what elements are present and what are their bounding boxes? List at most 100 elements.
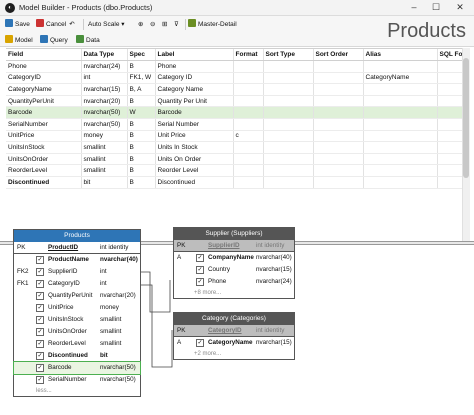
table-cell[interactable]	[313, 72, 364, 85]
table-cell[interactable]: Reorder Level	[155, 164, 234, 178]
entity-field-row[interactable]: ✓ QuantityPerUnit nvarchar(20)	[14, 290, 140, 302]
table-cell[interactable]: Barcode	[155, 106, 234, 120]
table-cell[interactable]	[263, 141, 314, 154]
table-cell[interactable]: Serial Number	[155, 118, 234, 131]
table-cell[interactable]	[437, 130, 462, 143]
table-cell[interactable]	[437, 118, 462, 131]
table-cell[interactable]	[233, 141, 264, 154]
entity-field-row[interactable]: ✓ UnitsInStock smallint	[14, 314, 140, 326]
table-row[interactable]: ReorderLevel smallint B Reorder Level	[6, 164, 462, 178]
table-cell[interactable]: B	[127, 153, 156, 166]
table-row[interactable]: QuantityPerUnit nvarchar(20) B Quantity Per…	[6, 95, 462, 108]
table-row[interactable]: CategoryID int FK1, W Category ID CategoryNa…	[6, 72, 462, 85]
field-checkbox[interactable]: ✓	[36, 376, 44, 384]
table-cell[interactable]	[263, 176, 314, 189]
table-cell[interactable]	[313, 106, 364, 120]
zoom-in-button[interactable]: ⊕	[138, 19, 143, 30]
more-fields-link[interactable]: +2 more...	[174, 349, 294, 359]
close-button[interactable]: ✕	[450, 1, 470, 14]
column-header[interactable]: Field	[6, 49, 82, 62]
table-cell[interactable]: Discontinued	[155, 176, 234, 189]
table-cell[interactable]: B	[127, 141, 156, 154]
table-cell[interactable]	[233, 153, 264, 166]
table-cell[interactable]: UnitPrice	[6, 130, 82, 143]
table-cell[interactable]	[263, 106, 314, 120]
table-cell[interactable]	[363, 176, 438, 189]
column-header[interactable]: Format	[233, 49, 264, 62]
table-cell[interactable]: B	[127, 164, 156, 178]
field-checkbox[interactable]: ✓	[196, 266, 204, 274]
data-tab[interactable]: Data	[76, 35, 100, 46]
table-cell[interactable]	[363, 83, 438, 96]
table-row[interactable]: Phone nvarchar(24) B Phone	[6, 60, 462, 73]
entity-field-row[interactable]: ✓ UnitsOnOrder smallint	[14, 326, 140, 338]
table-cell[interactable]	[313, 176, 364, 189]
field-checkbox[interactable]: ✓	[36, 340, 44, 348]
table-cell[interactable]	[263, 60, 314, 73]
table-cell[interactable]	[363, 106, 438, 120]
layout-button[interactable]: ⊞	[162, 19, 167, 30]
table-cell[interactable]	[263, 153, 314, 166]
table-cell[interactable]: FK1, W	[127, 72, 156, 85]
table-cell[interactable]	[363, 95, 438, 108]
entity-field-row[interactable]: PK SupplierID int identity	[174, 240, 294, 252]
more-fields-link[interactable]: less...	[14, 386, 140, 396]
maximize-button[interactable]: ☐	[426, 1, 446, 14]
table-cell[interactable]: smallint	[81, 141, 128, 154]
entity-field-row[interactable]: ✓ Phone nvarchar(24)	[174, 276, 294, 288]
table-cell[interactable]: c	[233, 130, 264, 143]
table-row[interactable]: UnitPrice money B Unit Price c	[6, 130, 462, 143]
query-tab[interactable]: Query	[40, 35, 68, 46]
field-checkbox[interactable]: ✓	[196, 278, 204, 286]
table-cell[interactable]	[263, 95, 314, 108]
table-cell[interactable]: nvarchar(50)	[81, 106, 128, 120]
entity-field-row[interactable]: ✓ Country nvarchar(15)	[174, 264, 294, 276]
table-cell[interactable]: W	[127, 106, 156, 120]
column-header[interactable]: Sort Order	[313, 49, 364, 62]
table-cell[interactable]: B	[127, 95, 156, 108]
table-cell[interactable]	[313, 130, 364, 143]
table-cell[interactable]: CategoryName	[6, 83, 82, 96]
table-cell[interactable]	[363, 60, 438, 73]
entity-field-row[interactable]: A ✓ CompanyName nvarchar(40)	[174, 252, 294, 264]
table-cell[interactable]	[363, 153, 438, 166]
column-header[interactable]: Data Type	[81, 49, 128, 62]
column-header[interactable]: Sort Type	[263, 49, 314, 62]
entity-field-row[interactable]: PK CategoryID int identity	[174, 325, 294, 337]
table-cell[interactable]: CategoryName	[363, 72, 438, 85]
field-checkbox[interactable]: ✓	[36, 256, 44, 264]
field-checkbox[interactable]: ✓	[36, 304, 44, 312]
table-cell[interactable]	[437, 141, 462, 154]
entity-field-row[interactable]: ✓ SerialNumber nvarchar(50)	[14, 374, 140, 386]
zoom-out-button[interactable]: ⊖	[150, 19, 155, 30]
table-cell[interactable]: B, A	[127, 83, 156, 96]
table-cell[interactable]	[263, 83, 314, 96]
field-checkbox[interactable]: ✓	[36, 292, 44, 300]
table-cell[interactable]: Quantity Per Unit	[155, 95, 234, 108]
table-cell[interactable]: nvarchar(20)	[81, 95, 128, 108]
table-cell[interactable]: B	[127, 118, 156, 131]
auto-scale-dropdown[interactable]: Auto Scale ▾	[88, 19, 125, 30]
table-cell[interactable]: Category ID	[155, 72, 234, 85]
table-cell[interactable]	[263, 118, 314, 131]
table-cell[interactable]: QuantityPerUnit	[6, 95, 82, 108]
table-cell[interactable]	[263, 130, 314, 143]
field-checkbox[interactable]: ✓	[36, 280, 44, 288]
scrollbar-thumb[interactable]	[463, 58, 469, 178]
table-cell[interactable]	[437, 106, 462, 120]
entity-field-row[interactable]: PK ProductID int identity	[14, 242, 140, 254]
entity-field-row[interactable]: FK1 ✓ CategoryID int	[14, 278, 140, 290]
table-cell[interactable]	[313, 118, 364, 131]
field-checkbox[interactable]: ✓	[36, 352, 44, 360]
table-cell[interactable]	[233, 176, 264, 189]
entity-field-row[interactable]: ✓ UnitPrice money	[14, 302, 140, 314]
table-cell[interactable]: int	[81, 72, 128, 85]
filter-icon[interactable]: ⊽	[174, 19, 179, 30]
table-cell[interactable]	[437, 60, 462, 73]
table-cell[interactable]: UnitsInStock	[6, 141, 82, 154]
entity-field-row[interactable]: A ✓ CategoryName nvarchar(15)	[174, 337, 294, 349]
column-header[interactable]: Alias	[363, 49, 438, 62]
master-detail-button[interactable]: Master-Detail	[188, 19, 237, 30]
undo-button[interactable]: ↶	[66, 19, 78, 30]
save-button[interactable]: Save	[5, 19, 30, 30]
